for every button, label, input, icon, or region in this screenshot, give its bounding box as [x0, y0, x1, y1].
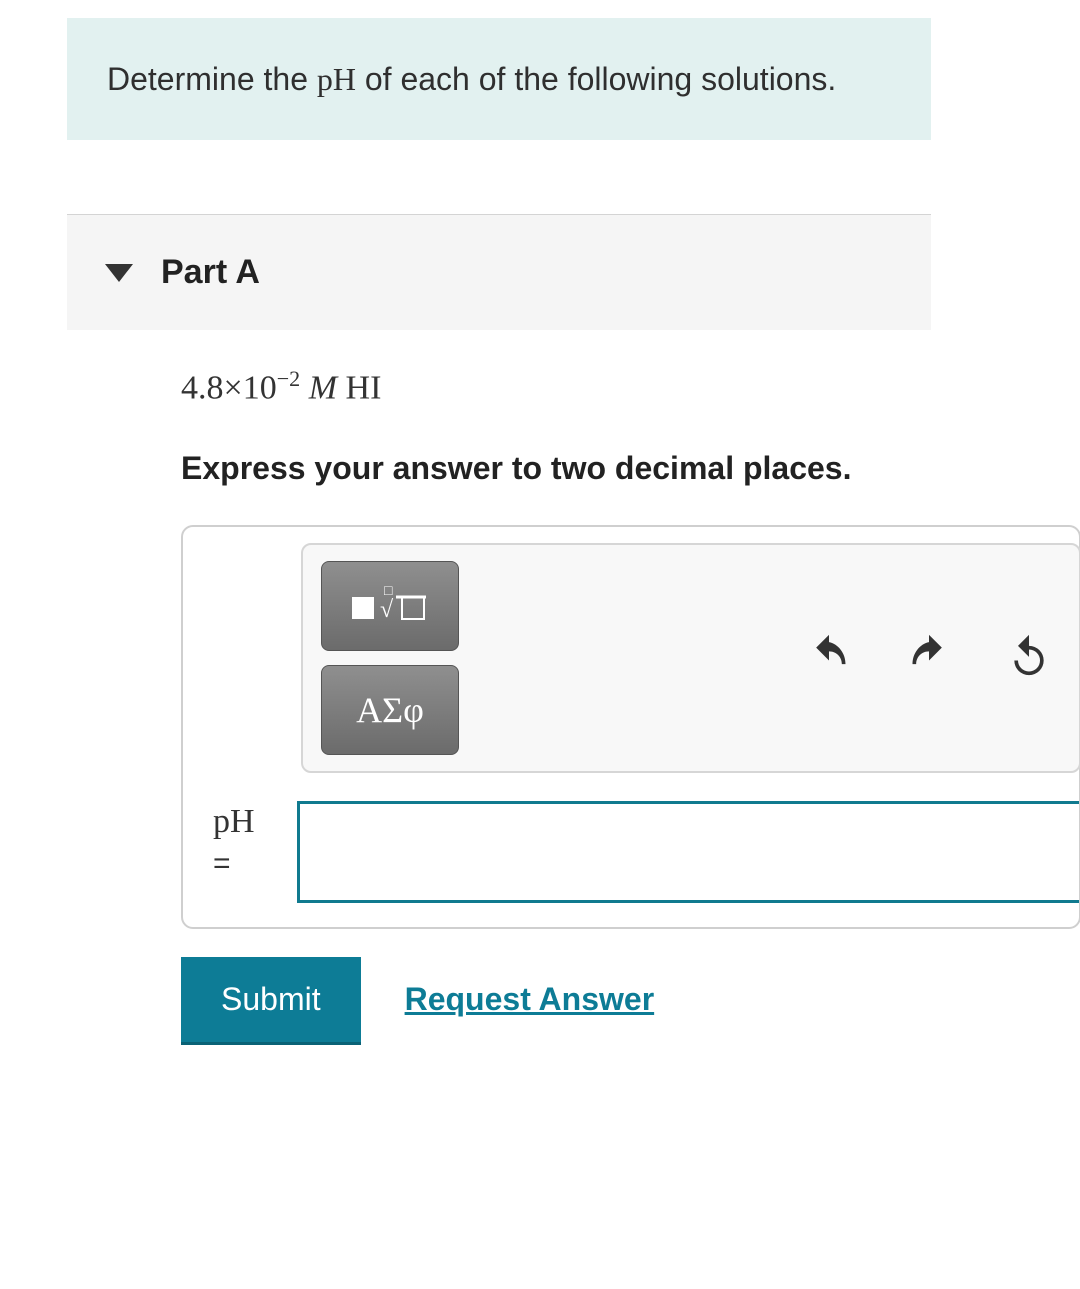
redo-icon	[907, 633, 951, 677]
formula-space	[300, 370, 309, 407]
formula-base: 10	[243, 370, 277, 407]
answer-label: pH =	[213, 801, 297, 883]
undo-button[interactable]	[807, 633, 851, 682]
formula-exponent: −2	[277, 366, 301, 391]
part-formula: 4.8×10−2 M HI	[181, 366, 1017, 407]
reset-icon	[1007, 633, 1051, 677]
templates-button[interactable]: □ √	[321, 561, 459, 651]
part-header[interactable]: Part A	[67, 214, 931, 330]
svg-text:√: √	[380, 597, 394, 623]
greek-letters-icon: ΑΣφ	[356, 689, 424, 731]
request-answer-link[interactable]: Request Answer	[405, 981, 655, 1018]
reset-button[interactable]	[1007, 633, 1051, 682]
templates-icon: □ √	[350, 577, 430, 635]
formula-compound: HI	[337, 370, 381, 407]
redo-button[interactable]	[907, 633, 951, 682]
answer-input[interactable]	[297, 801, 1079, 903]
greek-letters-button[interactable]: ΑΣφ	[321, 665, 459, 755]
equation-toolbar: □ √ ΑΣφ	[301, 543, 1080, 773]
answer-box: □ √ ΑΣφ	[181, 525, 1080, 929]
undo-icon	[807, 633, 851, 677]
submit-button[interactable]: Submit	[181, 957, 361, 1042]
caret-down-icon	[105, 264, 133, 282]
prompt-ph-var: pH	[317, 61, 356, 97]
answer-label-eq: =	[213, 845, 297, 883]
question-prompt: Determine the pH of each of the followin…	[67, 18, 931, 140]
prompt-suffix: of each of the following solutions.	[356, 61, 836, 97]
part-title: Part A	[161, 253, 260, 292]
answer-label-var: pH	[213, 803, 255, 840]
formula-molarity: M	[309, 370, 337, 407]
prompt-prefix: Determine the	[107, 61, 317, 97]
answer-instruction: Express your answer to two decimal place…	[181, 450, 1017, 487]
formula-times: ×	[224, 370, 243, 407]
formula-coefficient: 4.8	[181, 370, 224, 407]
